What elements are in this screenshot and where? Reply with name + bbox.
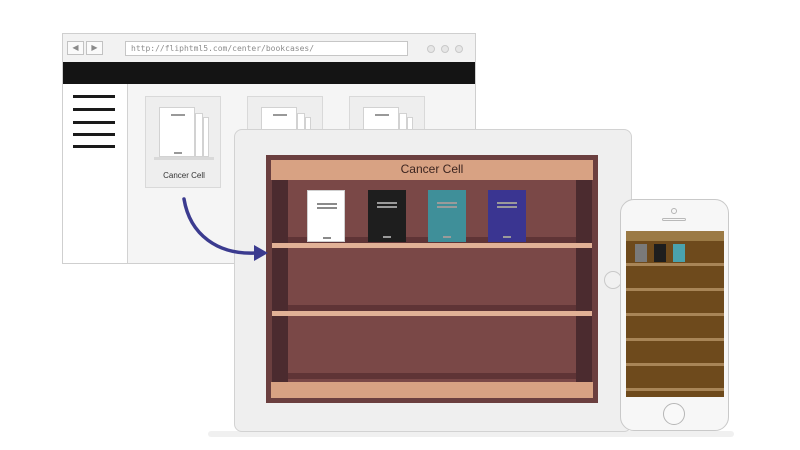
- shelf-shadow: [288, 373, 576, 379]
- forward-arrow-icon: ▶: [91, 43, 98, 52]
- menu-line: [73, 145, 115, 148]
- phone-shelf-plank: [626, 313, 724, 316]
- book-title-line: [323, 237, 331, 239]
- book-title-line: [443, 236, 451, 238]
- phone-book-cover[interactable]: [635, 244, 647, 262]
- back-arrow-icon: ◀: [72, 43, 79, 52]
- phone-book-cover[interactable]: [673, 244, 685, 262]
- bookcase-title: Cancer Cell: [400, 162, 464, 176]
- menu-line: [73, 108, 115, 111]
- forward-button[interactable]: ▶: [86, 41, 103, 55]
- arrow-icon: [182, 197, 268, 261]
- back-button[interactable]: ◀: [67, 41, 84, 55]
- window-control-dot[interactable]: [455, 45, 463, 53]
- book-title-line: [503, 236, 511, 238]
- book-title-line: [375, 114, 389, 116]
- menu-line: [73, 133, 115, 136]
- window-control-dot[interactable]: [441, 45, 449, 53]
- browser-toolbar: ◀ ▶ http://fliphtml5.com/center/bookcase…: [63, 34, 475, 63]
- book-title-line: [497, 206, 517, 208]
- address-bar[interactable]: http://fliphtml5.com/center/bookcases/: [125, 41, 408, 56]
- phone-shelf-plank: [626, 263, 724, 266]
- phone-bookcase-top: [626, 231, 724, 241]
- book-title-line: [383, 236, 391, 238]
- book-title-line: [174, 152, 182, 154]
- bookcase-bottom: [271, 382, 593, 398]
- book-title-line: [377, 206, 397, 208]
- book-thumbnail: [195, 113, 203, 157]
- bookcase-card[interactable]: Cancer Cell: [145, 96, 221, 188]
- book-title-line: [497, 202, 517, 204]
- phone-book-cover[interactable]: [654, 244, 666, 262]
- shelf-plank: [272, 243, 592, 248]
- book-title-line: [437, 206, 457, 208]
- menu-line: [73, 95, 115, 98]
- book-title-line: [437, 202, 457, 204]
- sidebar: [63, 84, 128, 263]
- book-cover[interactable]: [488, 190, 526, 242]
- phone-shelf-plank: [626, 388, 724, 391]
- phone-home-button[interactable]: [663, 403, 685, 425]
- bookcase-card-label: Cancer Cell: [163, 171, 205, 180]
- window-control-dot[interactable]: [427, 45, 435, 53]
- shelf-plank: [272, 311, 592, 316]
- book-title-line: [317, 207, 337, 209]
- phone-speaker: [662, 218, 686, 221]
- book-title-line: [317, 203, 337, 205]
- book-title-line: [377, 202, 397, 204]
- bookcase-side: [576, 180, 592, 390]
- book-cover[interactable]: [307, 190, 345, 242]
- book-title-line: [273, 114, 287, 116]
- book-thumbnail: [159, 107, 195, 157]
- book-thumbnail: [203, 117, 209, 157]
- phone-shelf-plank: [626, 288, 724, 291]
- browser-header-bar: [63, 62, 475, 84]
- phone-shelf-plank: [626, 338, 724, 341]
- phone-camera: [671, 208, 677, 214]
- shelf-base: [154, 157, 214, 160]
- menu-line: [73, 121, 115, 124]
- book-title-line: [171, 114, 185, 116]
- book-cover[interactable]: [428, 190, 466, 242]
- phone-shelf-plank: [626, 363, 724, 366]
- book-cover[interactable]: [368, 190, 406, 242]
